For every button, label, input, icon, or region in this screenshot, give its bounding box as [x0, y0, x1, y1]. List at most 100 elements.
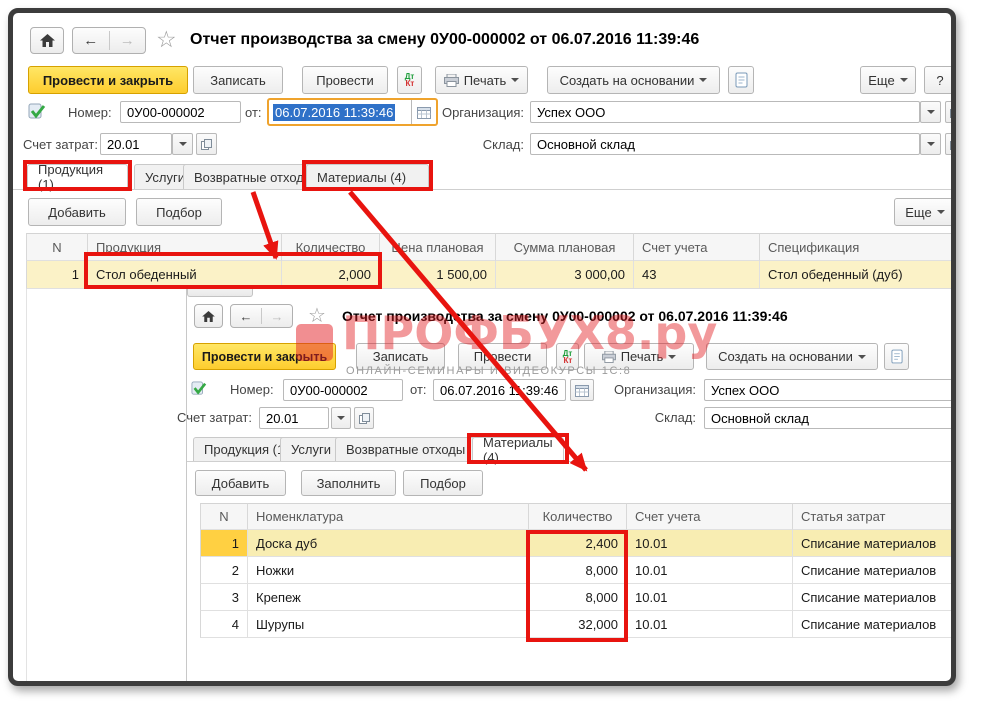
inner-tab-returns[interactable]: Возвратные отходы [335, 437, 476, 461]
inner-number-field[interactable]: 0У00-000002 [283, 379, 403, 401]
dtkt-icon: ДтКт [563, 350, 573, 364]
organization-open-button[interactable] [945, 101, 953, 123]
table-row[interactable]: 1 Стол обеденный 2,000 1 500,00 3 000,00… [26, 261, 953, 289]
number-field[interactable]: 0У00-000002 [120, 101, 241, 123]
organization-field[interactable]: Успех ООО [530, 101, 920, 123]
home-button[interactable] [30, 27, 64, 54]
tabs-divider [187, 461, 953, 462]
printer-icon [444, 74, 459, 87]
calendar-icon [575, 384, 589, 397]
inner-cost-account-open-button[interactable] [354, 407, 374, 429]
warehouse-field[interactable]: Основной склад [530, 133, 920, 155]
inner-document-journal-button[interactable] [884, 343, 909, 370]
more-button[interactable]: Еще [860, 66, 916, 94]
warehouse-label: Склад: [480, 137, 524, 152]
organization-dropdown-button[interactable] [920, 101, 941, 123]
date-label: от: [245, 105, 262, 120]
help-button[interactable]: ? [924, 66, 953, 94]
back-button[interactable]: ← [73, 28, 109, 53]
organization-label: Организация: [438, 105, 524, 120]
inner-print-button[interactable]: Печать [584, 343, 694, 370]
inner-home-button[interactable] [194, 304, 223, 328]
table-row[interactable]: 2 Ножки 8,000 10.01 Списание материалов [200, 557, 953, 584]
panel-edge-line [26, 289, 27, 683]
forward-button[interactable]: → [110, 28, 146, 53]
inner-date-field[interactable]: 06.07.2016 11:39:46 [433, 379, 566, 401]
tab-materials[interactable]: Материалы (4) [306, 164, 429, 189]
cost-account-dropdown-button[interactable] [172, 133, 193, 155]
calendar-button[interactable] [411, 100, 436, 124]
table-row[interactable]: 3 Крепеж 8,000 10.01 Списание материалов [200, 584, 953, 611]
tab-production[interactable]: Продукция (1) [27, 164, 128, 189]
open-icon [201, 139, 212, 150]
inner-warehouse-field[interactable]: Основной склад [704, 407, 953, 429]
back-icon: ← [83, 32, 98, 49]
inner-cost-account-field[interactable]: 20.01 [259, 407, 329, 429]
products-table-header: N Продукция Количество Цена плановая Сум… [26, 233, 953, 261]
forward-icon: → [271, 309, 284, 324]
back-button[interactable]: ← [231, 305, 261, 327]
dtkt-icon: ДтКт [405, 73, 415, 87]
write-button[interactable]: Записать [193, 66, 283, 94]
posted-status-icon [28, 103, 46, 123]
inner-dtkt-button[interactable]: ДтКт [556, 343, 579, 370]
open-icon [950, 139, 954, 150]
page-title: Отчет производства за смену 0У00-000002 … [190, 31, 699, 49]
dropdown-caret-icon [179, 142, 187, 150]
date-value-selected: 06.07.2016 11:39:46 [273, 104, 395, 121]
favorite-star-icon[interactable]: ☆ [308, 303, 326, 328]
dropdown-caret-icon [937, 210, 945, 218]
dropdown-caret-icon [927, 142, 935, 150]
document-icon [735, 72, 748, 88]
document-journal-button[interactable] [728, 66, 754, 94]
add-button[interactable]: Добавить [28, 198, 126, 226]
cropped-button-fragment [187, 288, 253, 297]
home-icon [202, 311, 215, 322]
dtkt-button[interactable]: ДтКт [397, 66, 422, 94]
forward-button[interactable]: → [262, 305, 292, 327]
dropdown-caret-icon [668, 355, 676, 363]
table-row[interactable]: 1 Доска дуб 2,400 10.01 Списание материа… [200, 530, 953, 557]
inner-write-button[interactable]: Записать [356, 343, 445, 370]
inner-add-button[interactable]: Добавить [195, 470, 286, 496]
inner-post-and-close-button[interactable]: Провести и закрыть [193, 343, 336, 370]
inner-fill-button[interactable]: Заполнить [301, 470, 396, 496]
date-field[interactable]: 06.07.2016 11:39:46 [267, 98, 438, 126]
print-button[interactable]: Печать [435, 66, 528, 94]
cost-account-label: Счет затрат: [177, 410, 252, 425]
document-icon [891, 349, 903, 364]
cost-account-open-button[interactable] [196, 133, 217, 155]
dropdown-caret-icon [927, 110, 935, 118]
inner-organization-field[interactable]: Успех ООО [704, 379, 953, 401]
pick-button[interactable]: Подбор [136, 198, 222, 226]
date-label: от: [410, 382, 427, 397]
dropdown-caret-icon [337, 416, 345, 424]
number-label: Номер: [230, 382, 274, 397]
inner-calendar-button[interactable] [570, 379, 594, 401]
back-icon: ← [240, 309, 253, 324]
warehouse-open-button[interactable] [945, 133, 953, 155]
warehouse-dropdown-button[interactable] [920, 133, 941, 155]
products-table: N Продукция Количество Цена плановая Сум… [26, 233, 953, 289]
table-more-button[interactable]: Еще [894, 198, 953, 226]
inner-pick-button[interactable]: Подбор [403, 470, 483, 496]
home-icon [40, 34, 55, 47]
tab-returns[interactable]: Возвратные отходы [183, 164, 324, 189]
table-row[interactable]: 4 Шурупы 32,000 10.01 Списание материало… [200, 611, 953, 638]
inner-tab-services[interactable]: Услуги [280, 437, 342, 461]
favorite-star-icon[interactable]: ☆ [156, 26, 177, 53]
inner-create-based-on-button[interactable]: Создать на основании [706, 343, 878, 370]
cost-account-label: Счет затрат: [23, 137, 98, 152]
inner-cost-account-dropdown-button[interactable] [331, 407, 351, 429]
create-based-on-button[interactable]: Создать на основании [547, 66, 720, 94]
calendar-icon [417, 106, 431, 119]
post-and-close-button[interactable]: Провести и закрыть [28, 66, 188, 94]
post-button[interactable]: Провести [302, 66, 388, 94]
inner-post-button[interactable]: Провести [458, 343, 547, 370]
inner-tab-materials[interactable]: Материалы (4) [472, 437, 564, 461]
inner-nav-buttons: ← → [230, 304, 293, 328]
organization-label: Организация: [610, 382, 696, 397]
materials-table: N Номенклатура Количество Счет учета Ста… [200, 503, 953, 638]
cost-account-field[interactable]: 20.01 [100, 133, 172, 155]
tabs-divider [13, 189, 953, 190]
